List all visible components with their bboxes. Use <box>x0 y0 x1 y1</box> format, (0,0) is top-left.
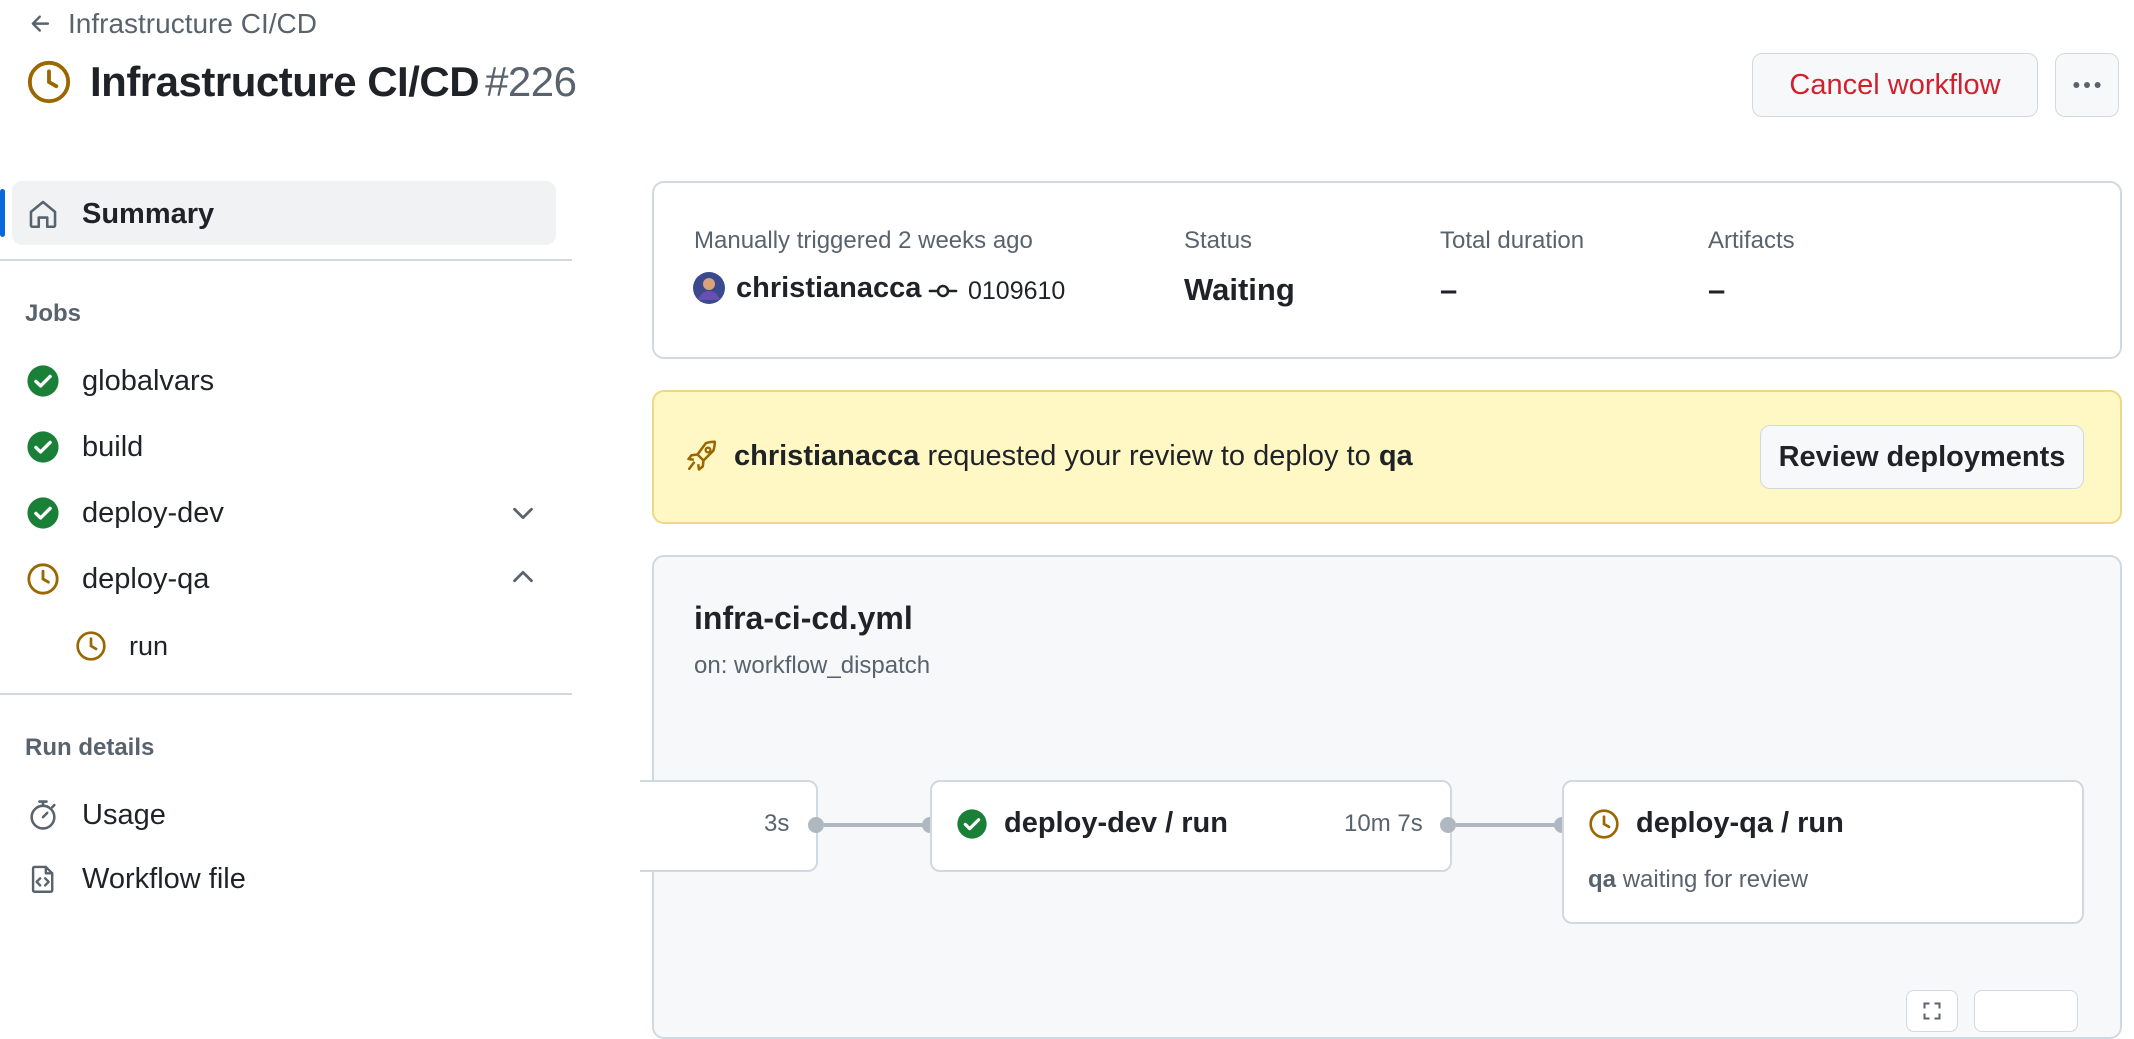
review-actor: christianacca <box>734 440 920 472</box>
trigger-label: Manually triggered 2 weeks ago <box>694 227 1033 254</box>
more-actions-button[interactable] <box>2055 53 2119 117</box>
clock-icon <box>1588 808 1620 840</box>
page-title-row: Infrastructure CI/CD #226 <box>26 58 577 106</box>
connector-dot <box>808 817 824 833</box>
sidebar-divider <box>0 259 572 261</box>
job-node-status: qa waiting for review <box>1588 866 1808 894</box>
chevron-up-icon[interactable] <box>508 562 538 592</box>
sidebar-subitem-run[interactable]: run <box>75 624 168 668</box>
clock-icon <box>75 630 107 662</box>
sidebar-item-deploy-dev[interactable]: deploy-dev <box>26 491 224 535</box>
run-number: #226 <box>485 58 577 105</box>
home-icon <box>26 197 60 231</box>
jobs-heading: Jobs <box>25 300 82 327</box>
run-details-heading: Run details <box>25 734 155 761</box>
cancel-workflow-button[interactable]: Cancel workflow <box>1752 53 2038 117</box>
active-indicator <box>0 189 5 237</box>
job-duration: 10m 7s <box>1344 810 1423 837</box>
job-node-previous[interactable] <box>640 780 818 872</box>
sidebar-item-label: Usage <box>82 798 166 831</box>
job-node-deploy-qa[interactable] <box>1562 780 2084 924</box>
check-circle-icon <box>26 364 60 398</box>
commit-sha: 0109610 <box>968 276 1066 305</box>
job-node-env: qa <box>1588 866 1617 893</box>
artifacts-value: – <box>1708 272 1726 307</box>
review-text: requested your review to deploy to <box>927 440 1371 472</box>
back-link[interactable]: Infrastructure CI/CD <box>28 8 317 40</box>
connector-dot <box>1440 817 1456 833</box>
review-deployments-label: Review deployments <box>1778 440 2066 473</box>
sidebar-item-label: run <box>129 630 169 661</box>
connector-line <box>824 823 930 827</box>
sidebar-item-build[interactable]: build <box>26 425 143 469</box>
sidebar-item-label: deploy-dev <box>82 496 224 529</box>
sidebar-item-workflow-file[interactable]: Workflow file <box>26 857 246 901</box>
commit-link[interactable]: 0109610 <box>928 276 1065 306</box>
avatar <box>692 271 726 305</box>
git-commit-icon <box>928 276 958 306</box>
sidebar-item-label: Summary <box>82 197 215 230</box>
rocket-icon <box>684 438 720 474</box>
status-label: Status <box>1184 227 1253 254</box>
stopwatch-icon <box>26 798 60 832</box>
artifacts-label: Artifacts <box>1708 227 1795 254</box>
fullscreen-button[interactable] <box>1906 990 1958 1032</box>
check-circle-icon <box>26 496 60 530</box>
sidebar-item-usage[interactable]: Usage <box>26 793 166 837</box>
page-title: Infrastructure CI/CD #226 <box>90 58 577 106</box>
kebab-horizontal-icon <box>2070 68 2104 102</box>
check-circle-icon <box>956 808 988 840</box>
sidebar-item-label: build <box>82 430 144 463</box>
trigger-actor[interactable]: christianacca <box>692 271 921 305</box>
clock-icon <box>26 59 72 105</box>
review-message: christianacca requested your review to d… <box>734 440 1413 473</box>
cancel-workflow-label: Cancel workflow <box>1789 68 2001 101</box>
back-link-label: Infrastructure CI/CD <box>68 8 317 39</box>
sidebar-item-deploy-qa[interactable]: deploy-qa <box>26 557 209 601</box>
screen-full-icon <box>1922 1001 1942 1021</box>
job-node-label: deploy-dev / run <box>1004 807 1228 839</box>
sidebar-divider <box>0 693 572 695</box>
run-summary-card <box>652 181 2122 359</box>
workflow-filename: infra-ci-cd.yml <box>694 600 913 636</box>
sidebar-item-summary[interactable]: Summary <box>26 192 214 236</box>
duration-label: Total duration <box>1440 227 1585 254</box>
duration-value: – <box>1440 272 1458 307</box>
clock-icon <box>26 562 60 596</box>
sidebar-item-label: globalvars <box>82 364 215 397</box>
file-code-icon <box>26 862 60 896</box>
connector-line <box>1456 823 1562 827</box>
sidebar-item-label: Workflow file <box>82 862 246 895</box>
sidebar-item-globalvars[interactable]: globalvars <box>26 359 214 403</box>
review-environment: qa <box>1378 440 1413 472</box>
workflow-name: Infrastructure CI/CD <box>90 58 480 105</box>
chevron-down-icon[interactable] <box>508 498 538 528</box>
job-node-label: deploy-qa / run <box>1636 807 1844 839</box>
actor-name: christianacca <box>736 271 922 304</box>
job-duration: 3s <box>764 810 790 837</box>
check-circle-icon <box>26 430 60 464</box>
workflow-trigger: on: workflow_dispatch <box>694 652 931 679</box>
arrow-left-icon <box>28 11 54 37</box>
review-deployments-button[interactable]: Review deployments <box>1760 425 2084 489</box>
status-value: Waiting <box>1184 272 1295 307</box>
sidebar-item-label: deploy-qa <box>82 562 210 595</box>
job-node-status-text: waiting for review <box>1622 866 1809 893</box>
zoom-controls[interactable] <box>1974 990 2078 1032</box>
